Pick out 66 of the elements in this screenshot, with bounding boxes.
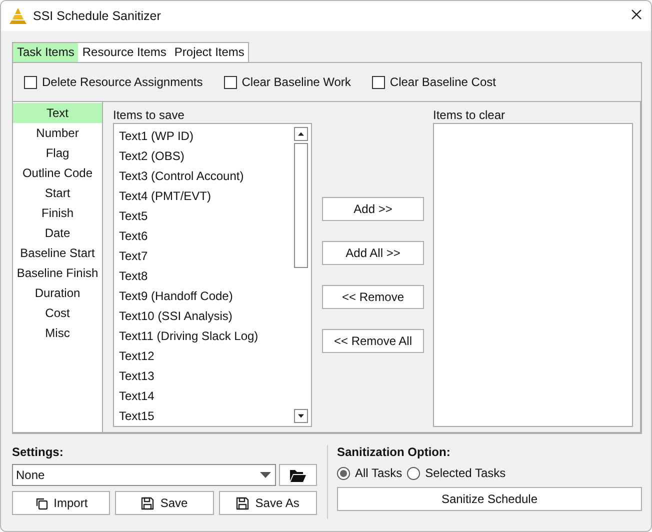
radio-button[interactable]	[407, 466, 420, 480]
radio-label: Selected Tasks	[425, 466, 506, 480]
dropdown-caret-icon	[260, 472, 271, 478]
cone-logo-icon	[9, 8, 27, 24]
scroll-down-icon[interactable]	[294, 409, 308, 423]
checkbox-label: Delete Resource Assignments	[42, 75, 203, 89]
radio-label: All Tasks	[355, 466, 402, 480]
browse-button[interactable]	[279, 464, 317, 486]
list-item[interactable]: Text15	[119, 406, 154, 426]
window-title: SSI Schedule Sanitizer	[33, 9, 161, 23]
checkbox-label: Clear Baseline Cost	[390, 75, 496, 89]
list-item[interactable]: Text2 (OBS)	[119, 146, 184, 166]
list-label: Items to clear	[433, 108, 506, 122]
list-label: Items to save	[113, 108, 186, 122]
category-item[interactable]: Number	[13, 123, 102, 143]
tab[interactable]: Resource Items	[78, 43, 170, 62]
settings-dropdown[interactable]: None	[12, 464, 276, 486]
copy-icon	[34, 496, 48, 510]
list-item[interactable]: Text11 (Driving Slack Log)	[119, 326, 258, 346]
save-icon	[141, 496, 154, 510]
list-item[interactable]: Text13	[119, 366, 154, 386]
list-item[interactable]: Text14	[119, 386, 154, 406]
checkbox[interactable]	[224, 76, 237, 88]
list-item[interactable]: Text7	[119, 246, 148, 266]
transfer-button[interactable]: Add >>	[322, 197, 424, 221]
folder-icon	[290, 468, 306, 482]
category-item[interactable]: Baseline Start	[13, 243, 102, 263]
tab[interactable]: Project Items	[170, 43, 248, 62]
settings-button[interactable]: Save As	[218, 491, 317, 515]
list-item[interactable]: Text4 (PMT/EVT)	[119, 186, 212, 206]
settings-button[interactable]: Import	[12, 491, 110, 515]
checkbox-label: Clear Baseline Work	[242, 75, 351, 89]
list-item[interactable]: Text6	[119, 226, 148, 246]
section-heading: Settings:	[12, 444, 64, 460]
list-item[interactable]: Text1 (WP ID)	[119, 126, 194, 146]
category-item[interactable]: Date	[13, 223, 102, 243]
radio-button[interactable]	[337, 466, 350, 480]
list-item[interactable]: Text5	[119, 206, 148, 226]
transfer-button[interactable]: << Remove	[322, 285, 424, 309]
tab[interactable]: Task Items	[13, 43, 78, 62]
checkbox[interactable]	[24, 76, 37, 88]
category-item[interactable]: Baseline Finish	[13, 263, 102, 283]
scroll-up-icon[interactable]	[294, 127, 308, 141]
list-item[interactable]: Text12	[119, 346, 154, 366]
list-item[interactable]: Text8	[119, 266, 148, 286]
transfer-button[interactable]: Add All >>	[322, 241, 424, 265]
sanitize-button[interactable]: Sanitize Schedule	[337, 487, 642, 511]
close-icon[interactable]	[631, 9, 642, 20]
save-icon	[236, 496, 250, 510]
category-item[interactable]: Misc	[13, 323, 102, 343]
items-to-save-list[interactable]: Text1 (WP ID) Text2 (OBS) Text3 (Control Account) Text4 (PMT/EVT) Text5 Text6 Text7 Text8 Text9 (Handoff Code) Text10 (SSI Analysis) Text11 (Driving Slack Log) Text12 Text13 Text14 Text15	[113, 123, 312, 427]
transfer-button[interactable]: << Remove All	[322, 329, 424, 353]
checkbox[interactable]	[372, 76, 385, 88]
settings-button[interactable]: Save	[115, 491, 214, 515]
category-item[interactable]: Cost	[13, 303, 102, 323]
section-heading: Sanitization Option:	[337, 444, 452, 460]
category-item[interactable]: Finish	[13, 203, 102, 223]
category-item[interactable]: Duration	[13, 283, 102, 303]
category-item[interactable]: Flag	[13, 143, 102, 163]
list-item[interactable]: Text10 (SSI Analysis)	[119, 306, 232, 326]
category-item[interactable]: Start	[13, 183, 102, 203]
list-item[interactable]: Text9 (Handoff Code)	[119, 286, 233, 306]
list-item[interactable]: Text3 (Control Account)	[119, 166, 244, 186]
category-item[interactable]: Text	[13, 103, 102, 123]
category-item[interactable]: Outline Code	[13, 163, 102, 183]
scrollbar-thumb[interactable]	[294, 143, 308, 268]
